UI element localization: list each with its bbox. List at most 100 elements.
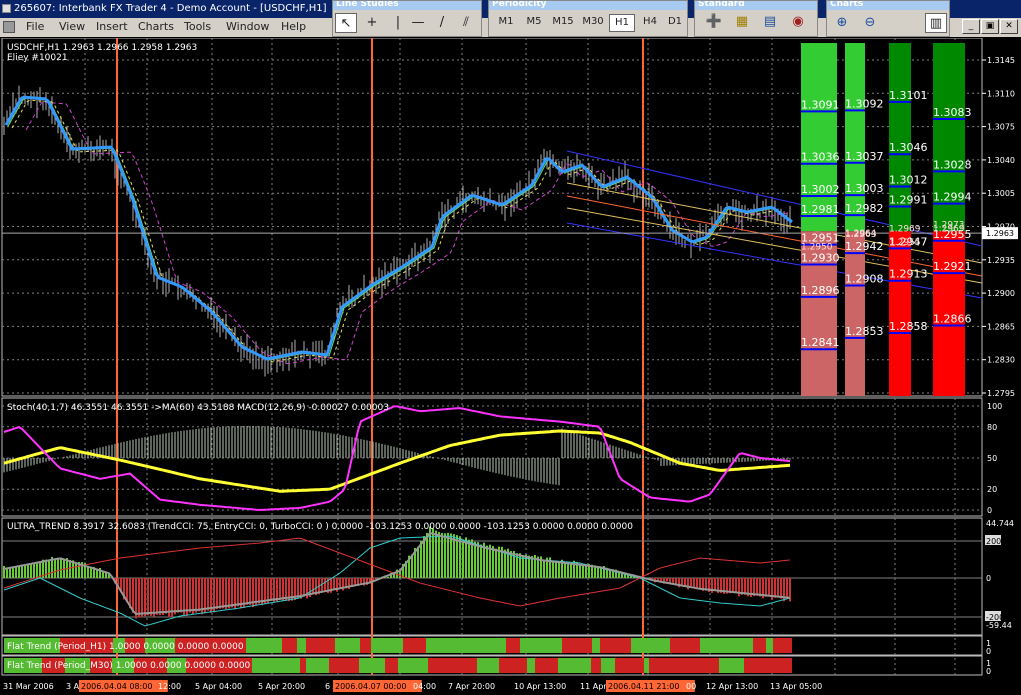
stoch-axis-label: 100 — [987, 402, 1002, 411]
toolbar-line-studies: Line Studies ↖ + | — / ⫽ — [332, 0, 482, 37]
menu-file[interactable]: File — [26, 20, 44, 33]
flat-axis-label: 0 — [986, 667, 991, 676]
vertical-line-icon[interactable]: | — [387, 13, 409, 33]
flat-h1-bar — [297, 638, 306, 653]
level-label: 1.2896 — [801, 284, 840, 297]
flat-h1-bar — [562, 638, 592, 653]
price-axis-label: 1.2935 — [987, 256, 1015, 265]
flat-axis-label: 0 — [986, 647, 991, 656]
zoom-out-icon[interactable]: ⊖ — [859, 13, 881, 33]
period-m15-button[interactable]: M15 — [549, 14, 577, 32]
level-label: 1.3083 — [933, 106, 972, 119]
flat-h1-bar — [631, 638, 643, 653]
flat-h1-bar — [252, 638, 282, 653]
window-title: 265607: Interbank FX Trader 4 - Demo Acc… — [14, 3, 327, 14]
restore-icon[interactable]: ▣ — [981, 19, 999, 34]
flat-trend-m30-header: Flat Trend (Period_M30) 1.0000 0.0000 0.… — [7, 661, 251, 671]
level-extra-label: 1.2969 — [889, 224, 921, 234]
level-label: 1.3046 — [889, 141, 928, 154]
tile-windows-icon[interactable]: ▥ — [925, 13, 947, 33]
flat-h1-bar — [456, 638, 481, 653]
chart-canvas[interactable]: 1.31451.31101.30751.30401.30051.29701.29… — [0, 38, 1021, 695]
toolbar-standard-title: Standard — [695, 1, 817, 10]
zoom-in-icon[interactable]: ⊕ — [831, 13, 853, 33]
level-label: 1.2841 — [801, 336, 840, 349]
window-controls: _ ▣ ✕ — [960, 18, 1021, 37]
flat-h1-bar — [335, 638, 360, 653]
stoch-axis-label: 20 — [987, 485, 997, 494]
menu-help[interactable]: Help — [281, 20, 306, 33]
current-price-tag: 1.2963 — [986, 229, 1014, 238]
flat-h1-bar — [766, 638, 773, 653]
horizontal-line-icon[interactable]: — — [407, 13, 429, 33]
ma-fast-line — [4, 95, 793, 361]
time-axis-label: 2006.04.04 08:00 — [81, 682, 152, 691]
price-axis-label: 1.3075 — [987, 123, 1015, 132]
time-axis-label: 12 Apr 13:00 — [706, 682, 758, 691]
market-watch-icon[interactable]: ▤ — [759, 12, 781, 32]
equidistant-channel-icon[interactable]: ⫽ — [455, 13, 477, 33]
flat-h1-bar — [506, 638, 520, 653]
level-label: 1.2994 — [933, 191, 972, 204]
minimize-icon[interactable]: _ — [962, 19, 980, 34]
flat-m30-bar — [252, 658, 266, 673]
level-label: 1.3037 — [845, 150, 884, 163]
flat-m30-bar — [694, 658, 699, 673]
stoch-axis-label: 0 — [987, 506, 992, 515]
level-label: 1.2853 — [845, 325, 884, 338]
profiles-icon[interactable]: ▦ — [731, 12, 753, 32]
level-extra-label: 1.2950 — [801, 243, 833, 253]
period-m5-button[interactable]: M5 — [521, 14, 547, 32]
flat-h1-bar — [403, 638, 426, 653]
menu-window[interactable]: Window — [226, 20, 269, 33]
level-label: 1.3036 — [801, 151, 840, 164]
level-label: 1.2942 — [845, 240, 884, 253]
flat-m30-bar — [680, 658, 694, 673]
period-m30-button[interactable]: M30 — [579, 14, 607, 32]
new-chart-icon[interactable]: ➕ — [703, 12, 725, 32]
level-label: 1.2908 — [845, 272, 884, 285]
period-m1-button[interactable]: M1 — [493, 14, 519, 32]
stoch-panel-header: Stoch(40,1,7) 46.3551 46.3551 ->MA(60) 4… — [7, 403, 389, 413]
level-label: 1.3092 — [845, 97, 884, 110]
price-axis-label: 1.2900 — [987, 289, 1015, 298]
flat-h1-bar — [652, 638, 670, 653]
trendline-icon[interactable]: / — [431, 13, 453, 33]
flat-m30-bar — [744, 658, 775, 673]
toolbar-periodicity-title: Periodicity — [489, 1, 687, 10]
flat-h1-bar — [282, 638, 297, 653]
time-axis-label: 00 — [686, 682, 696, 691]
price-axis-label: 1.3040 — [987, 156, 1015, 165]
flat-m30-bar — [527, 658, 535, 673]
menu-tools[interactable]: Tools — [184, 20, 211, 33]
flat-m30-bar — [558, 658, 591, 673]
flat-h1-bar — [360, 638, 371, 653]
menu-insert[interactable]: Insert — [96, 20, 128, 33]
flat-h1-bar — [442, 638, 456, 653]
data-window-icon[interactable]: ◉ — [787, 12, 809, 32]
price-axis-label: 1.2865 — [987, 322, 1015, 331]
flat-h1-bar — [709, 638, 728, 653]
flat-m30-bar — [649, 658, 680, 673]
period-h1-button[interactable]: H1 — [609, 14, 635, 32]
crosshair-icon[interactable]: + — [361, 13, 383, 33]
period-h4-button[interactable]: H4 — [637, 14, 663, 32]
app-window: 265607: Interbank FX Trader 4 - Demo Acc… — [0, 0, 1021, 695]
period-d1-button[interactable]: D1 — [663, 14, 687, 32]
level-label: 1.2913 — [889, 268, 928, 281]
flat-m30-bar — [615, 658, 625, 673]
level-label: 1.3003 — [845, 182, 884, 195]
level-column-lower — [889, 231, 911, 396]
time-axis-label: 10 Apr 13:00 — [514, 682, 566, 691]
stoch-axis-label: 80 — [987, 423, 997, 432]
level-label: 1.3002 — [801, 183, 840, 196]
level-label: 1.3028 — [933, 158, 972, 171]
menu-view[interactable]: View — [59, 20, 85, 33]
close-icon[interactable]: ✕ — [1000, 19, 1018, 34]
time-axis-label: 13 Apr 05:00 — [770, 682, 822, 691]
flat-m30-bar — [775, 658, 792, 673]
flat-m30-bar — [644, 658, 649, 673]
menu-charts[interactable]: Charts — [138, 20, 174, 33]
cursor-icon[interactable]: ↖ — [335, 13, 357, 33]
chart-area[interactable]: 1.3145 1.3110 1.3075 1.3040 1.3005 1.2970 1.29… — [0, 38, 1021, 695]
